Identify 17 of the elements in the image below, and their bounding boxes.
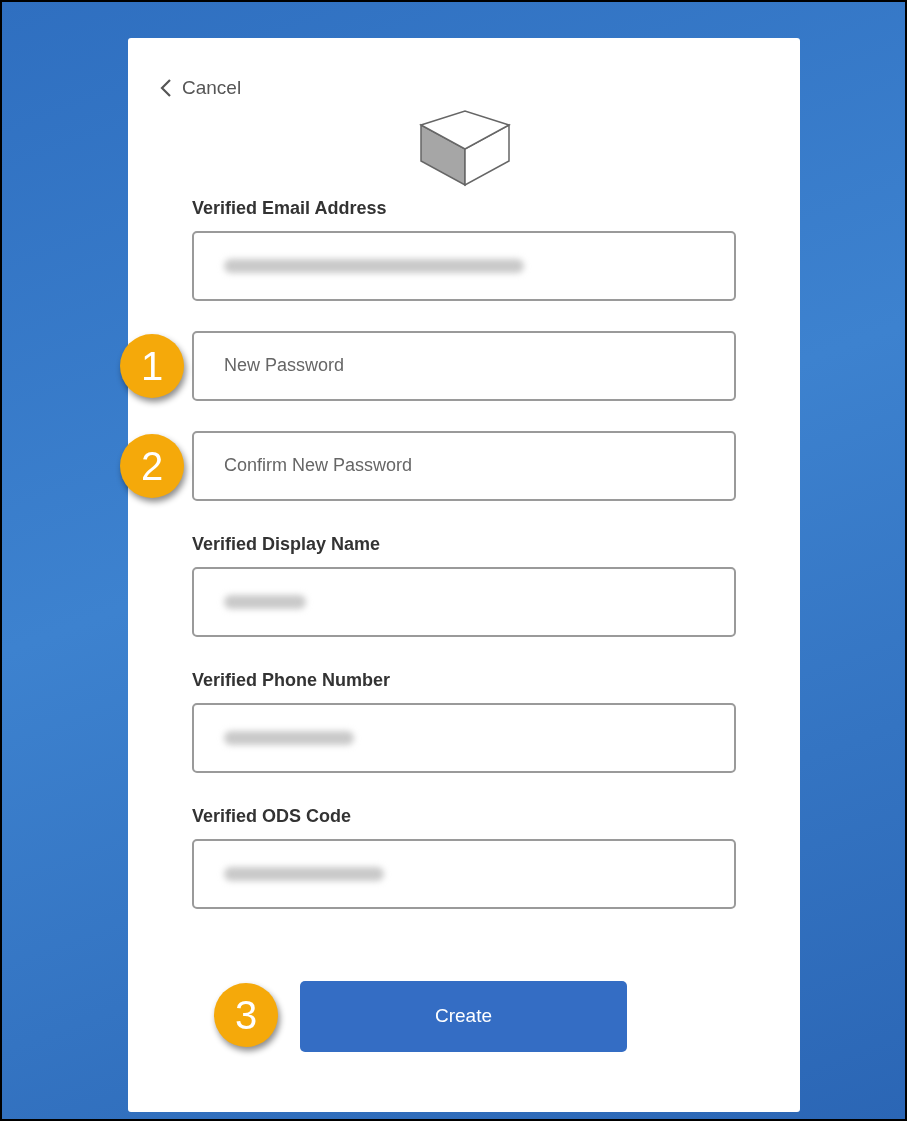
text-field[interactable] [192, 230, 736, 301]
chevron-left-icon [160, 78, 172, 99]
password-field[interactable]: New Password [192, 330, 736, 401]
field-label: Verified Email Address [192, 196, 388, 219]
step-number-badge: 2 [120, 433, 184, 498]
cube-icon [418, 108, 511, 187]
password-field[interactable]: Confirm New Password [192, 430, 736, 501]
step-number-badge: 3 [214, 982, 278, 1047]
create-button[interactable]: Create [300, 980, 627, 1052]
field-label: Verified Display Name [192, 532, 382, 555]
field-label: Verified Phone Number [192, 668, 392, 691]
cancel-button[interactable]: Cancel [160, 74, 242, 103]
text-field[interactable] [192, 702, 736, 773]
step-number-badge: 1 [120, 333, 184, 398]
text-field[interactable] [192, 566, 736, 637]
field-label: Verified ODS Code [192, 804, 353, 827]
text-field[interactable] [192, 838, 736, 909]
